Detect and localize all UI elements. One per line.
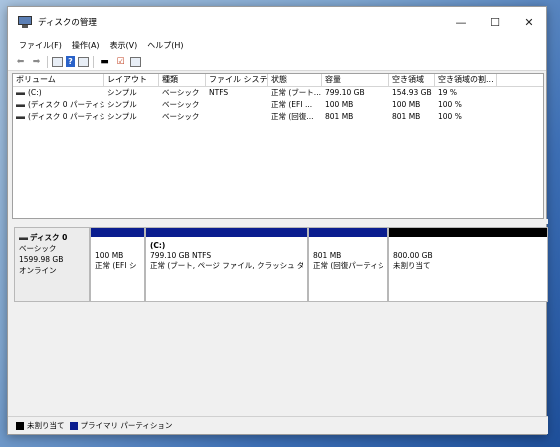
- column-volume[interactable]: ボリューム: [13, 74, 104, 86]
- view-icon[interactable]: [78, 56, 89, 67]
- properties-icon[interactable]: [52, 56, 63, 67]
- help-icon[interactable]: ?: [66, 56, 75, 67]
- disk-name: ディスク 0: [30, 233, 68, 242]
- partition-header-bar: [389, 228, 547, 237]
- column-capacity[interactable]: 容量: [322, 74, 389, 86]
- partition-efi[interactable]: 100 MB 正常 (EFI シ: [90, 227, 145, 302]
- unallocated-legend-swatch: [16, 421, 24, 430]
- minimize-button[interactable]: —: [444, 7, 478, 37]
- partition-header-bar: [146, 228, 307, 237]
- window-title: ディスクの管理: [38, 18, 97, 28]
- check-icon[interactable]: ☑: [114, 56, 127, 68]
- title-bar[interactable]: ディスクの管理 — ☐ ✕: [8, 7, 546, 37]
- disk-management-app-icon: [18, 16, 32, 28]
- forward-arrow-icon[interactable]: ➡: [30, 56, 43, 68]
- legend-primary-partition-label: プライマリ パーティション: [80, 421, 173, 430]
- drive-icon[interactable]: ▬: [98, 56, 111, 68]
- volume-icon: [16, 91, 25, 95]
- menu-file[interactable]: ファイル(F): [14, 40, 67, 51]
- close-button[interactable]: ✕: [512, 7, 546, 37]
- partition-header-bar: [309, 228, 387, 237]
- disk-icon: [19, 236, 28, 240]
- table-row[interactable]: (ディスク 0 パーティシ... シンプル ベーシック 正常 (回復... 80…: [13, 111, 543, 123]
- list-icon[interactable]: [130, 56, 141, 67]
- column-status[interactable]: 状態: [268, 74, 322, 86]
- menu-help[interactable]: ヘルプ(H): [142, 40, 188, 51]
- disk-graphical-view: ディスク 0 ベーシック 1599.98 GB オンライン 100 MB 正常 …: [12, 224, 548, 404]
- column-free-percent[interactable]: 空き領域の割...: [435, 74, 497, 86]
- table-row[interactable]: (ディスク 0 パーティシ... シンプル ベーシック 正常 (EFI ... …: [13, 99, 543, 111]
- column-filesystem[interactable]: ファイル システム: [206, 74, 268, 86]
- column-type[interactable]: 種類: [159, 74, 206, 86]
- maximize-button[interactable]: ☐: [478, 7, 512, 37]
- table-row[interactable]: (C:) シンプル ベーシック NTFS 正常 (ブート... 799.10 G…: [13, 87, 543, 99]
- toolbar: ⬅ ➡ ? ▬ ☑: [8, 53, 546, 71]
- volume-list-header: ボリューム レイアウト 種類 ファイル システム 状態 容量 空き領域 空き領域…: [13, 74, 543, 87]
- column-free-space[interactable]: 空き領域: [389, 74, 435, 86]
- volume-icon: [16, 103, 25, 107]
- disk-type: ベーシック: [19, 244, 57, 253]
- partition-strip: 100 MB 正常 (EFI シ (C:) 799.10 GB NTFS 正常 …: [90, 227, 553, 302]
- primary-partition-legend-swatch: [69, 421, 78, 430]
- disk-size: 1599.98 GB: [19, 255, 64, 264]
- legend-bar: 未割り当て プライマリ パーティション: [8, 416, 548, 434]
- column-layout[interactable]: レイアウト: [104, 74, 159, 86]
- menu-action[interactable]: 操作(A): [67, 40, 105, 51]
- partition-header-bar: [91, 228, 144, 237]
- back-arrow-icon[interactable]: ⬅: [14, 56, 27, 68]
- partition-unallocated[interactable]: 800.00 GB 未割り当て: [388, 227, 548, 302]
- partition-recovery[interactable]: 801 MB 正常 (回復パーティシ: [308, 227, 388, 302]
- legend-unallocated-label: 未割り当て: [27, 421, 65, 430]
- menu-bar: ファイル(F) 操作(A) 表示(V) ヘルプ(H): [8, 37, 546, 53]
- disk-management-window: ディスクの管理 — ☐ ✕ ファイル(F) 操作(A) 表示(V) ヘルプ(H)…: [7, 6, 548, 435]
- volume-icon: [16, 115, 25, 119]
- menu-view[interactable]: 表示(V): [105, 40, 143, 51]
- disk-status: オンライン: [19, 266, 57, 275]
- disk-0-info[interactable]: ディスク 0 ベーシック 1599.98 GB オンライン: [14, 227, 90, 302]
- volume-list: ボリューム レイアウト 種類 ファイル システム 状態 容量 空き領域 空き領域…: [12, 73, 544, 219]
- partition-c-drive[interactable]: (C:) 799.10 GB NTFS 正常 (ブート, ページ ファイル, ク…: [145, 227, 308, 302]
